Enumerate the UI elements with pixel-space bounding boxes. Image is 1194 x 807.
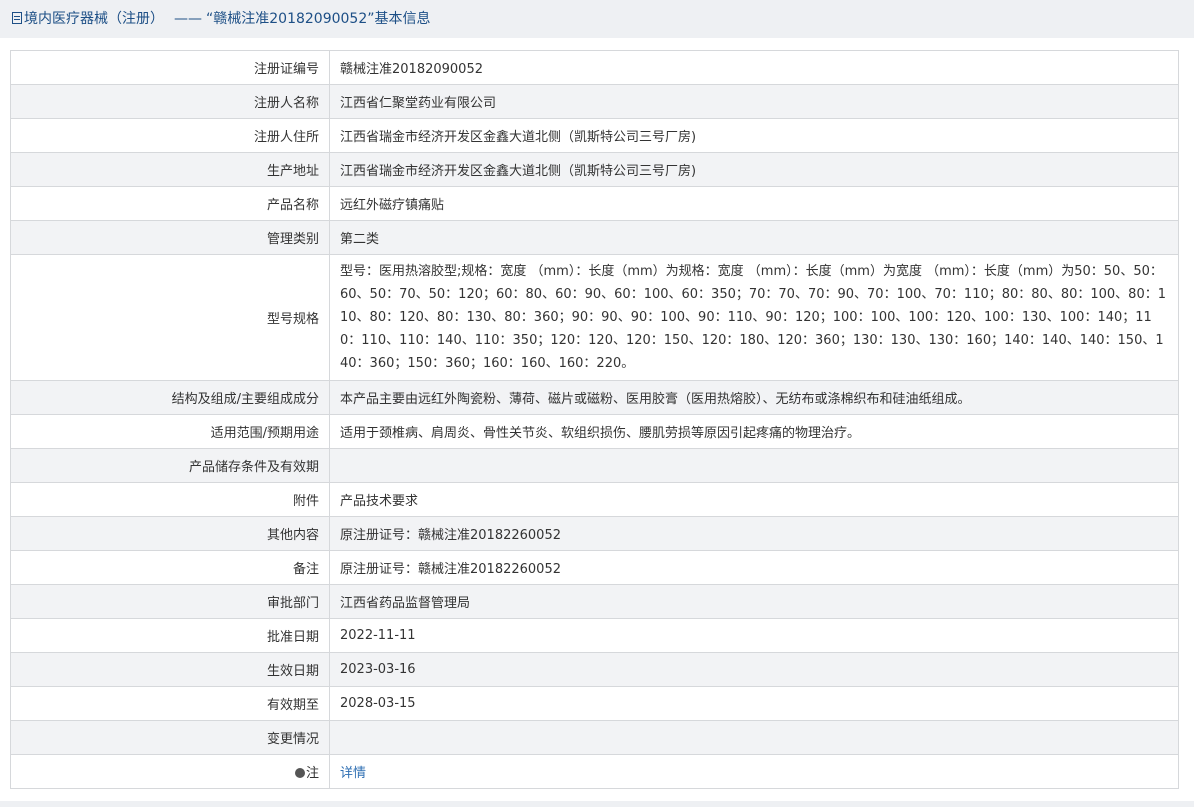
table-row: 其他内容 原注册证号：赣械注准20182260052	[10, 516, 1179, 551]
row-label: 注册人名称	[10, 84, 330, 119]
table-row: 审批部门 江西省药品监督管理局	[10, 584, 1179, 619]
row-value: 远红外磁疗镇痛贴	[329, 186, 1179, 221]
table-row: 变更情况	[10, 720, 1179, 755]
row-label: 产品名称	[10, 186, 330, 221]
table-row: 注册人住所 江西省瑞金市经济开发区金鑫大道北侧（凯斯特公司三号厂房)	[10, 118, 1179, 153]
table-row: 生效日期 2023-03-16	[10, 652, 1179, 687]
page-title: 境内医疗器械（注册） —— “赣械注准20182090052”基本信息	[12, 9, 431, 29]
document-icon	[12, 12, 22, 24]
row-label: 其他内容	[10, 516, 330, 551]
table-row: 注册证编号 赣械注准20182090052	[10, 50, 1179, 85]
table-row: 型号规格 型号：医用热溶胶型;规格：宽度 （mm）：长度（mm）为规格：宽度 （…	[10, 254, 1179, 381]
page: 境内医疗器械（注册） —— “赣械注准20182090052”基本信息 注册证编号 …	[0, 0, 1194, 807]
row-value: 第二类	[329, 220, 1179, 255]
note-value-cell: 详情	[329, 754, 1179, 789]
row-value: 2022-11-11	[329, 618, 1179, 653]
row-value: 型号：医用热溶胶型;规格：宽度 （mm）：长度（mm）为规格：宽度 （mm）：长…	[329, 254, 1179, 381]
row-label: 生效日期	[10, 652, 330, 687]
row-value: 赣械注准20182090052	[329, 50, 1179, 85]
row-value: 适用于颈椎病、肩周炎、骨性关节炎、软组织损伤、腰肌劳损等原因引起疼痛的物理治疗。	[329, 414, 1179, 449]
table-row: 备注 原注册证号：赣械注准20182260052	[10, 550, 1179, 585]
row-value	[329, 720, 1179, 755]
row-value: 原注册证号：赣械注准20182260052	[329, 516, 1179, 551]
row-label: 注册人住所	[10, 118, 330, 153]
table-row: 产品名称 远红外磁疗镇痛贴	[10, 186, 1179, 221]
row-label: 附件	[10, 482, 330, 517]
row-value: 江西省药品监督管理局	[329, 584, 1179, 619]
row-value: 江西省仁聚堂药业有限公司	[329, 84, 1179, 119]
note-row: 注 详情	[10, 754, 1179, 789]
table-row: 产品储存条件及有效期	[10, 448, 1179, 483]
table-row: 批准日期 2022-11-11	[10, 618, 1179, 653]
title-separator: ——	[174, 11, 202, 27]
category-label: 境内医疗器械（注册）	[24, 11, 164, 27]
table-row: 附件 产品技术要求	[10, 482, 1179, 517]
row-label: 管理类别	[10, 220, 330, 255]
details-link[interactable]: 详情	[340, 766, 366, 781]
row-label: 型号规格	[10, 254, 330, 381]
row-value: 江西省瑞金市经济开发区金鑫大道北侧（凯斯特公司三号厂房)	[329, 152, 1179, 187]
row-label: 生产地址	[10, 152, 330, 187]
bottom-bar	[0, 801, 1194, 807]
note-label: 注	[305, 766, 319, 781]
pin-icon	[294, 768, 305, 778]
header-bar: 境内医疗器械（注册） —— “赣械注准20182090052”基本信息	[0, 0, 1194, 38]
row-label: 有效期至	[10, 686, 330, 721]
table-row: 管理类别 第二类	[10, 220, 1179, 255]
row-label: 注册证编号	[10, 50, 330, 85]
row-value: 本产品主要由远红外陶瓷粉、薄荷、磁片或磁粉、医用胶膏（医用热熔胶）、无纺布或涤棉…	[329, 380, 1179, 415]
row-value	[329, 448, 1179, 483]
table-row: 生产地址 江西省瑞金市经济开发区金鑫大道北侧（凯斯特公司三号厂房)	[10, 152, 1179, 187]
row-label: 产品储存条件及有效期	[10, 448, 330, 483]
row-value: 2028-03-15	[329, 686, 1179, 721]
row-value: 2023-03-16	[329, 652, 1179, 687]
info-table: 注册证编号 赣械注准20182090052 注册人名称 江西省仁聚堂药业有限公司…	[10, 50, 1179, 789]
row-value: 产品技术要求	[329, 482, 1179, 517]
row-label: 结构及组成/主要组成成分	[10, 380, 330, 415]
row-label: 变更情况	[10, 720, 330, 755]
table-row: 有效期至 2028-03-15	[10, 686, 1179, 721]
table-row: 注册人名称 江西省仁聚堂药业有限公司	[10, 84, 1179, 119]
record-title: “赣械注准20182090052”基本信息	[206, 11, 431, 27]
note-label-cell: 注	[10, 754, 330, 789]
table-row: 适用范围/预期用途 适用于颈椎病、肩周炎、骨性关节炎、软组织损伤、腰肌劳损等原因…	[10, 414, 1179, 449]
table-row: 结构及组成/主要组成成分 本产品主要由远红外陶瓷粉、薄荷、磁片或磁粉、医用胶膏（…	[10, 380, 1179, 415]
row-label: 备注	[10, 550, 330, 585]
row-label: 适用范围/预期用途	[10, 414, 330, 449]
row-label: 审批部门	[10, 584, 330, 619]
row-label: 批准日期	[10, 618, 330, 653]
row-value: 原注册证号：赣械注准20182260052	[329, 550, 1179, 585]
row-value: 江西省瑞金市经济开发区金鑫大道北侧（凯斯特公司三号厂房)	[329, 118, 1179, 153]
